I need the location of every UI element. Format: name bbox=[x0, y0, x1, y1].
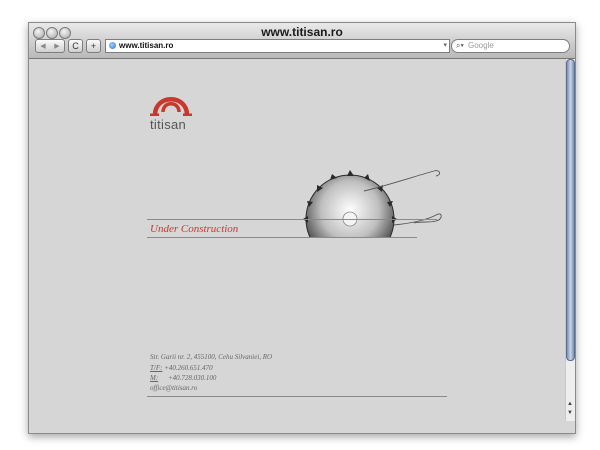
phone-line: T/F: +40.260.651.470 bbox=[150, 364, 213, 372]
address-url[interactable]: www.titisan.ro bbox=[119, 40, 173, 52]
add-bookmark-button[interactable]: + bbox=[86, 39, 101, 53]
header-divider bbox=[147, 219, 437, 220]
search-placeholder[interactable]: Google bbox=[468, 40, 494, 52]
search-field[interactable]: ⌕▾ Google bbox=[451, 39, 570, 53]
scroll-up-arrow-icon[interactable]: ▲ bbox=[566, 400, 574, 409]
titisan-logo-icon bbox=[150, 97, 192, 116]
phone-number: +40.260.651.470 bbox=[164, 364, 213, 372]
search-icon: ⌕▾ bbox=[456, 41, 464, 50]
address-bar[interactable]: www.titisan.ro ▾ bbox=[105, 39, 450, 53]
footer-divider bbox=[147, 396, 447, 397]
browser-window: www.titisan.ro ◀ ▶ C + www.titisan.ro ▾ … bbox=[28, 22, 576, 434]
globe-icon bbox=[109, 42, 116, 49]
back-forward-buttons[interactable]: ◀ ▶ bbox=[35, 39, 65, 53]
under-construction-heading: Under Construction bbox=[150, 223, 239, 235]
logo-wordmark: titisan bbox=[150, 117, 187, 132]
heading-underline bbox=[147, 237, 417, 238]
scrollbar-thumb[interactable] bbox=[566, 59, 575, 361]
phone-label: T/F: bbox=[150, 364, 163, 372]
address-dropdown-icon[interactable]: ▾ bbox=[443, 40, 447, 52]
window-title: www.titisan.ro bbox=[261, 25, 343, 39]
circular-saw-icon bbox=[303, 170, 442, 238]
forward-icon[interactable]: ▶ bbox=[54, 42, 59, 50]
mobile-number: +40.728.030.100 bbox=[167, 374, 217, 382]
scroll-down-arrow-icon[interactable]: ▼ bbox=[566, 409, 574, 418]
browser-titlebar: www.titisan.ro ◀ ▶ C + www.titisan.ro ▾ … bbox=[29, 23, 575, 59]
mobile-label: M: bbox=[150, 374, 159, 382]
back-icon[interactable]: ◀ bbox=[40, 42, 45, 50]
address-text: Str. Garii nr. 2, 455100, Cehu Silvaniei… bbox=[150, 353, 273, 361]
reload-button[interactable]: C bbox=[68, 39, 83, 53]
mobile-line: M: +40.728.030.100 bbox=[150, 374, 216, 382]
email-link[interactable]: office@titisan.ro bbox=[150, 384, 197, 392]
